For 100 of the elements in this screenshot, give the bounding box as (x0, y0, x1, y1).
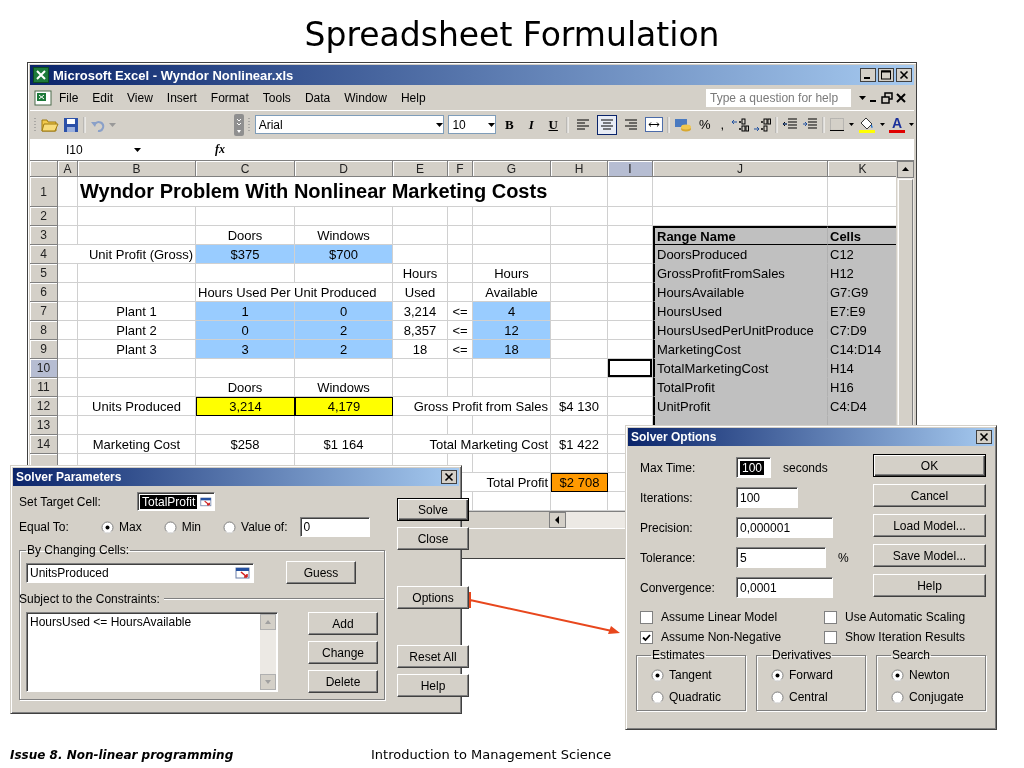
dropdown-arrow-icon[interactable] (859, 95, 866, 100)
dropdown-arrow-icon[interactable] (909, 123, 914, 126)
column-header[interactable]: A (58, 161, 78, 177)
merge-cells-icon[interactable] (645, 117, 664, 132)
comma-button[interactable]: , (717, 117, 728, 132)
radio-label[interactable]: Value of: (241, 520, 288, 534)
radio-label[interactable]: Max (119, 520, 142, 534)
currency-icon[interactable] (674, 116, 693, 133)
row-header[interactable]: 13 (30, 416, 58, 435)
decrease-decimal-icon[interactable] (753, 117, 772, 132)
underline-button[interactable]: U (544, 116, 563, 133)
radio-label[interactable]: Central (789, 690, 828, 704)
radio-label[interactable]: Conjugate (909, 690, 964, 704)
row-header[interactable]: 8 (30, 321, 58, 340)
menu-item[interactable]: Window (337, 90, 394, 105)
checkbox-label[interactable]: Assume Non-Negative (661, 630, 782, 644)
font-size-field[interactable]: 10 (448, 115, 497, 134)
close-icon[interactable] (894, 90, 908, 105)
italic-button[interactable]: I (522, 116, 541, 133)
input-field[interactable]: 100 (736, 487, 798, 508)
dialog-button[interactable]: Save Model... (873, 544, 986, 567)
column-header[interactable]: K (828, 161, 896, 177)
bold-button[interactable]: B (500, 116, 519, 133)
row-header[interactable]: 4 (30, 245, 58, 264)
menu-item[interactable]: Insert (159, 90, 204, 105)
font-field[interactable]: Arial (254, 115, 445, 134)
radio-label[interactable]: Tangent (669, 668, 712, 682)
menu-item[interactable]: Edit (85, 90, 121, 105)
dropdown-arrow-icon[interactable] (134, 147, 141, 152)
target-cell-field[interactable]: TotalProfit (137, 492, 215, 511)
dropdown-arrow-icon[interactable] (488, 122, 496, 127)
value-field[interactable]: 0 (299, 517, 370, 537)
radio-label[interactable]: Forward (789, 668, 833, 682)
close-icon[interactable] (441, 470, 457, 484)
save-icon[interactable] (62, 116, 79, 133)
radio-button[interactable] (651, 668, 664, 682)
percent-button[interactable]: % (696, 117, 714, 132)
radio-button[interactable] (891, 668, 904, 682)
select-all-corner[interactable] (30, 161, 58, 177)
radio-button[interactable] (163, 520, 177, 534)
checkbox-label[interactable]: Assume Linear Model (661, 610, 778, 624)
row-header[interactable]: 9 (30, 340, 58, 359)
checkbox[interactable] (640, 630, 653, 644)
guess-button[interactable]: Guess (286, 561, 356, 584)
dialog-button[interactable]: Load Model... (873, 514, 986, 537)
align-center-button[interactable] (597, 114, 618, 135)
column-header[interactable]: C (196, 161, 295, 177)
radio-label[interactable]: Newton (909, 668, 950, 682)
list-item[interactable]: HoursUsed <= HoursAvailable (30, 615, 192, 629)
input-field[interactable]: 0,0001 (736, 577, 833, 598)
dropdown-arrow-icon[interactable] (436, 122, 444, 127)
radio-label[interactable]: Min (181, 520, 201, 534)
checkbox-label[interactable]: Show Iteration Results (845, 630, 966, 644)
dialog-button[interactable]: OK (873, 454, 986, 477)
menu-item[interactable]: Tools (255, 90, 298, 105)
help-field[interactable]: Type a question for help (706, 88, 851, 107)
row-header[interactable]: 6 (30, 283, 58, 302)
column-header[interactable]: J (653, 161, 828, 177)
scroll-left-icon[interactable] (549, 512, 566, 528)
row-header[interactable]: 14 (30, 435, 58, 454)
column-header[interactable]: F (448, 161, 473, 177)
dialog-button[interactable]: Reset All (397, 645, 469, 668)
row-header[interactable]: 2 (30, 207, 58, 226)
dialog-button[interactable]: Add (308, 612, 378, 635)
decrease-indent-icon[interactable] (782, 117, 799, 132)
increase-decimal-icon[interactable] (731, 117, 750, 132)
dialog-button[interactable]: Help (397, 674, 469, 697)
dialog-button[interactable]: Change (308, 641, 378, 664)
radio-button[interactable] (771, 668, 784, 682)
dropdown-arrow-icon[interactable] (880, 123, 885, 126)
constraints-list[interactable]: HoursUsed <= HoursAvailable (26, 612, 278, 692)
name-box[interactable]: I10 (30, 140, 130, 159)
column-header[interactable]: H (551, 161, 608, 177)
dropdown-arrow-icon[interactable] (849, 123, 855, 126)
cell-reference-icon[interactable] (235, 566, 250, 579)
radio-button[interactable] (101, 520, 114, 534)
radio-button[interactable] (891, 690, 904, 704)
row-header[interactable]: 7 (30, 302, 58, 321)
increase-indent-icon[interactable] (802, 117, 819, 132)
row-header[interactable]: 10 (30, 359, 58, 378)
checkbox[interactable] (824, 630, 837, 644)
close-icon[interactable] (976, 430, 992, 444)
menu-item[interactable]: View (120, 90, 160, 105)
menu-item[interactable]: Format (203, 90, 256, 105)
close-icon[interactable] (896, 68, 912, 82)
menu-item[interactable]: Data (297, 90, 338, 105)
radio-label[interactable]: Quadratic (669, 690, 722, 704)
row-header[interactable]: 5 (30, 264, 58, 283)
borders-icon[interactable] (829, 117, 846, 132)
column-header[interactable]: G (473, 161, 551, 177)
input-field[interactable]: 5 (736, 547, 826, 568)
changing-cells-field[interactable]: UnitsProduced (26, 562, 254, 583)
menu-item[interactable]: File (52, 90, 86, 105)
row-header[interactable]: 1 (30, 177, 58, 207)
radio-button[interactable] (223, 520, 236, 534)
checkbox[interactable] (640, 610, 653, 624)
input-field[interactable]: 100 (736, 457, 771, 478)
dialog-button[interactable]: Help (873, 574, 986, 597)
cell-reference-icon[interactable] (200, 495, 212, 508)
dialog-button[interactable]: Cancel (873, 484, 986, 507)
